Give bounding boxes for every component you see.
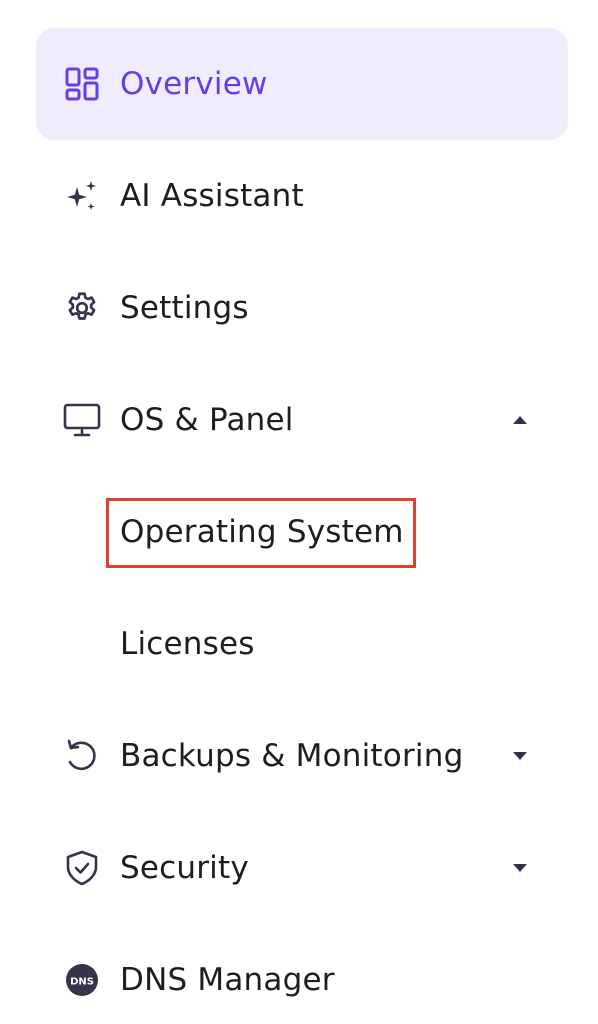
sidebar-item-label: OS & Panel	[120, 402, 294, 438]
sidebar-nav: Overview AI Assistant Settings OS & Pane…	[0, 0, 598, 1024]
sidebar-item-os-panel[interactable]: OS & Panel	[36, 364, 568, 476]
sidebar-item-overview[interactable]: Overview	[36, 28, 568, 140]
dns-icon: DNS	[62, 960, 102, 1000]
sidebar-item-label: Overview	[120, 66, 268, 102]
grid-icon	[62, 64, 102, 104]
monitor-icon	[62, 400, 102, 440]
chevron-up-icon[interactable]	[512, 412, 528, 428]
sidebar-item-label: DNS Manager	[120, 962, 335, 998]
sidebar-item-dns-manager[interactable]: DNS DNS Manager	[36, 924, 568, 1024]
chevron-down-icon[interactable]	[512, 748, 528, 764]
highlight-box	[106, 498, 416, 568]
sidebar-item-settings[interactable]: Settings	[36, 252, 568, 364]
restore-icon	[62, 736, 102, 776]
sparkles-icon	[62, 176, 102, 216]
shield-check-icon	[62, 848, 102, 888]
sidebar-item-label: Backups & Monitoring	[120, 738, 464, 774]
sidebar-item-label: Settings	[120, 290, 249, 326]
chevron-down-icon[interactable]	[512, 860, 528, 876]
sidebar-item-label: Security	[120, 850, 249, 886]
sidebar-item-ai-assistant[interactable]: AI Assistant	[36, 140, 568, 252]
sidebar-item-label: Licenses	[120, 626, 255, 662]
sidebar-item-backups-monitoring[interactable]: Backups & Monitoring	[36, 700, 568, 812]
svg-text:DNS: DNS	[70, 977, 94, 988]
sidebar-item-label: AI Assistant	[120, 178, 304, 214]
gear-icon	[62, 288, 102, 328]
sidebar-subitem-licenses[interactable]: Licenses	[36, 588, 568, 700]
sidebar-item-security[interactable]: Security	[36, 812, 568, 924]
